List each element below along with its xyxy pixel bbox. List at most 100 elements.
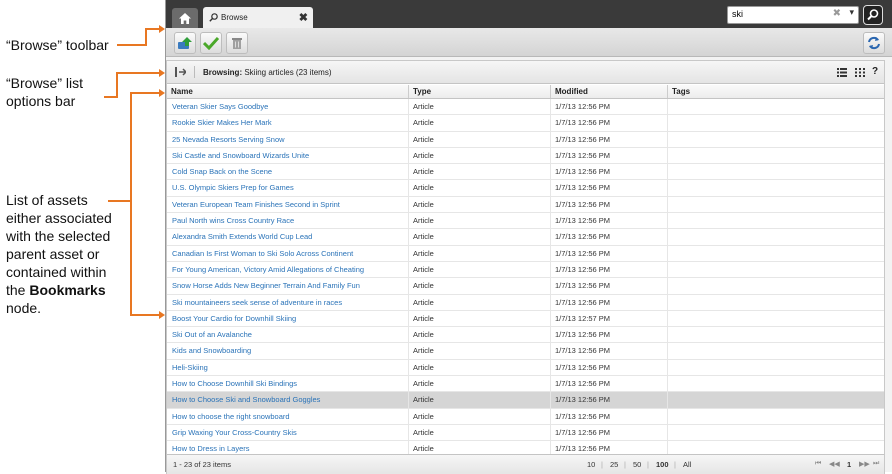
asset-name-link[interactable]: Cold Snap Back on the Scene xyxy=(172,167,272,176)
list-view-icon[interactable] xyxy=(837,68,847,77)
table-row[interactable]: How to choose the right snowboard Article… xyxy=(167,408,884,425)
clear-search-icon[interactable]: ✖ xyxy=(833,8,841,19)
table-row[interactable]: Kids and Snowboarding Article 1/7/13 12:56… xyxy=(167,343,884,360)
search-go-icon xyxy=(867,9,879,21)
column-divider xyxy=(550,229,551,245)
refresh-button[interactable] xyxy=(863,32,885,54)
page-size-100[interactable]: 100 xyxy=(656,460,669,469)
table-row[interactable]: Cold Snap Back on the Scene Article 1/7/13… xyxy=(167,164,884,181)
tab-home[interactable] xyxy=(172,8,198,28)
asset-name-link[interactable]: 25 Nevada Resorts Serving Snow xyxy=(172,135,285,144)
asset-name-link[interactable]: Veteran Skier Says Goodbye xyxy=(172,102,268,111)
table-row[interactable]: 25 Nevada Resorts Serving Snow Article 1/7… xyxy=(167,131,884,148)
previous-page-icon[interactable]: ◀◀ xyxy=(829,460,840,468)
approve-button[interactable] xyxy=(200,32,222,54)
up-arrow-folder-icon xyxy=(178,37,192,49)
table-row[interactable]: How to Choose Downhill Ski Bindings Artic… xyxy=(167,376,884,393)
table-row[interactable]: Rookie Skier Makes Her Mark Article 1/7/13… xyxy=(167,115,884,132)
page-size-separator: | xyxy=(674,460,676,469)
asset-name-link[interactable]: Alexandra Smith Extends World Cup Lead xyxy=(172,232,312,241)
asset-type: Article xyxy=(413,330,434,340)
table-row[interactable]: Ski mountaineers seek sense of adventure… xyxy=(167,294,884,311)
asset-type: Article xyxy=(413,444,434,454)
browse-window: Browse ✖ ✖ ▾ Browsing: Skiing articl xyxy=(165,0,892,474)
asset-name-link[interactable]: Veteran European Team Finishes Second in… xyxy=(172,200,340,209)
asset-name-link[interactable]: Boost Your Cardio for Downhill Skiing xyxy=(172,314,296,323)
asset-name-link[interactable]: Snow Horse Adds New Beginner Terrain And… xyxy=(172,281,360,290)
page-size-all[interactable]: All xyxy=(683,460,691,469)
asset-modified: 1/7/13 12:56 PM xyxy=(555,199,611,209)
table-row[interactable]: Canadian Is First Woman to Ski Solo Acro… xyxy=(167,245,884,262)
column-divider xyxy=(408,294,409,310)
last-page-icon[interactable]: ⏭ xyxy=(873,460,879,468)
annotation-assets-2: either associated xyxy=(6,210,112,226)
column-header-type[interactable]: Type xyxy=(413,87,431,96)
column-divider xyxy=(667,343,668,359)
table-row[interactable]: Ski Castle and Snowboard Wizards Unite Ar… xyxy=(167,147,884,165)
item-count: 1 - 23 of 23 items xyxy=(173,460,231,469)
table-row[interactable]: U.S. Olympic Skiers Prep for Games Articl… xyxy=(167,180,884,197)
next-page-icon[interactable]: ▶▶ xyxy=(859,460,870,468)
table-row[interactable]: Veteran European Team Finishes Second in… xyxy=(167,196,884,214)
search-button[interactable] xyxy=(863,5,883,25)
column-divider xyxy=(550,343,551,359)
move-up-button[interactable] xyxy=(174,32,196,54)
table-row[interactable]: Grip Waxing Your Cross-Country Skis Artic… xyxy=(167,424,884,442)
column-header-name[interactable]: Name xyxy=(171,87,193,96)
column-header-modified[interactable]: Modified xyxy=(555,87,588,96)
help-icon[interactable]: ? xyxy=(872,66,878,77)
collapse-panel-icon[interactable] xyxy=(175,67,186,77)
asset-name-link[interactable]: Ski mountaineers seek sense of adventure… xyxy=(172,298,342,307)
table-row[interactable]: Heli-Skiing Article 1/7/13 12:56 PM xyxy=(167,359,884,377)
current-page[interactable]: 1 xyxy=(847,460,851,469)
delete-button[interactable] xyxy=(226,32,248,54)
table-row[interactable]: Ski Out of an Avalanche Article 1/7/13 12:… xyxy=(167,327,884,344)
page-size-10[interactable]: 10 xyxy=(587,460,595,469)
close-tab-icon[interactable]: ✖ xyxy=(299,11,308,24)
page-size-50[interactable]: 50 xyxy=(633,460,641,469)
column-header-tags[interactable]: Tags xyxy=(672,87,690,96)
asset-name-link[interactable]: Heli-Skiing xyxy=(172,363,208,372)
grid-view-icon[interactable] xyxy=(855,68,865,77)
column-divider xyxy=(667,115,668,131)
column-divider xyxy=(408,424,409,441)
asset-name-link[interactable]: Ski Castle and Snowboard Wizards Unite xyxy=(172,151,309,160)
search-dropdown-icon[interactable]: ▾ xyxy=(849,7,854,18)
first-page-icon[interactable]: ⏮ xyxy=(815,460,821,468)
asset-type: Article xyxy=(413,264,434,274)
asset-name-link[interactable]: Grip Waxing Your Cross-Country Skis xyxy=(172,428,297,437)
search-input[interactable] xyxy=(732,8,832,20)
tab-browse[interactable]: Browse ✖ xyxy=(203,7,313,28)
asset-type: Article xyxy=(413,313,434,323)
asset-name-link[interactable]: For Young American, Victory Amid Allegat… xyxy=(172,265,364,274)
asset-name-link[interactable]: How to Choose Downhill Ski Bindings xyxy=(172,379,297,388)
asset-modified: 1/7/13 12:56 PM xyxy=(555,232,611,242)
asset-modified: 1/7/13 12:56 PM xyxy=(555,297,611,307)
leader-line-toolbar-vertical xyxy=(145,28,147,46)
column-divider xyxy=(408,180,409,196)
page-size-25[interactable]: 25 xyxy=(610,460,618,469)
column-divider xyxy=(550,327,551,343)
checkmark-icon xyxy=(203,36,219,50)
asset-name-link[interactable]: U.S. Olympic Skiers Prep for Games xyxy=(172,183,294,192)
asset-name-link[interactable]: Kids and Snowboarding xyxy=(172,346,251,355)
asset-name-link[interactable]: Ski Out of an Avalanche xyxy=(172,330,252,339)
tab-browse-label: Browse xyxy=(221,13,248,22)
asset-name-link[interactable]: Canadian Is First Woman to Ski Solo Acro… xyxy=(172,249,353,258)
asset-name-link[interactable]: Paul North wins Cross Country Race xyxy=(172,216,294,225)
table-row[interactable]: Alexandra Smith Extends World Cup Lead Ar… xyxy=(167,229,884,246)
table-row[interactable]: For Young American, Victory Amid Allegat… xyxy=(167,261,884,279)
asset-name-link[interactable]: How to choose the right snowboard xyxy=(172,412,290,421)
asset-modified: 1/7/13 12:56 PM xyxy=(555,379,611,389)
asset-name-link[interactable]: How to Choose Ski and Snowboard Goggles xyxy=(172,395,320,404)
asset-name-link[interactable]: How to Dress in Layers xyxy=(172,444,250,453)
annotation-assets-6: the Bookmarks xyxy=(6,282,106,298)
table-row[interactable]: Boost Your Cardio for Downhill Skiing Art… xyxy=(167,310,884,328)
table-row[interactable]: Paul North wins Cross Country Race Articl… xyxy=(167,213,884,230)
table-row[interactable]: Veteran Skier Says Goodbye Article 1/7/13 … xyxy=(167,99,884,116)
table-row[interactable]: Snow Horse Adds New Beginner Terrain And… xyxy=(167,278,884,295)
asset-name-link[interactable]: Rookie Skier Makes Her Mark xyxy=(172,118,272,127)
asset-modified: 1/7/13 12:56 PM xyxy=(555,118,611,128)
asset-type: Article xyxy=(413,232,434,242)
table-row[interactable]: How to Choose Ski and Snowboard Goggles A… xyxy=(167,392,884,409)
